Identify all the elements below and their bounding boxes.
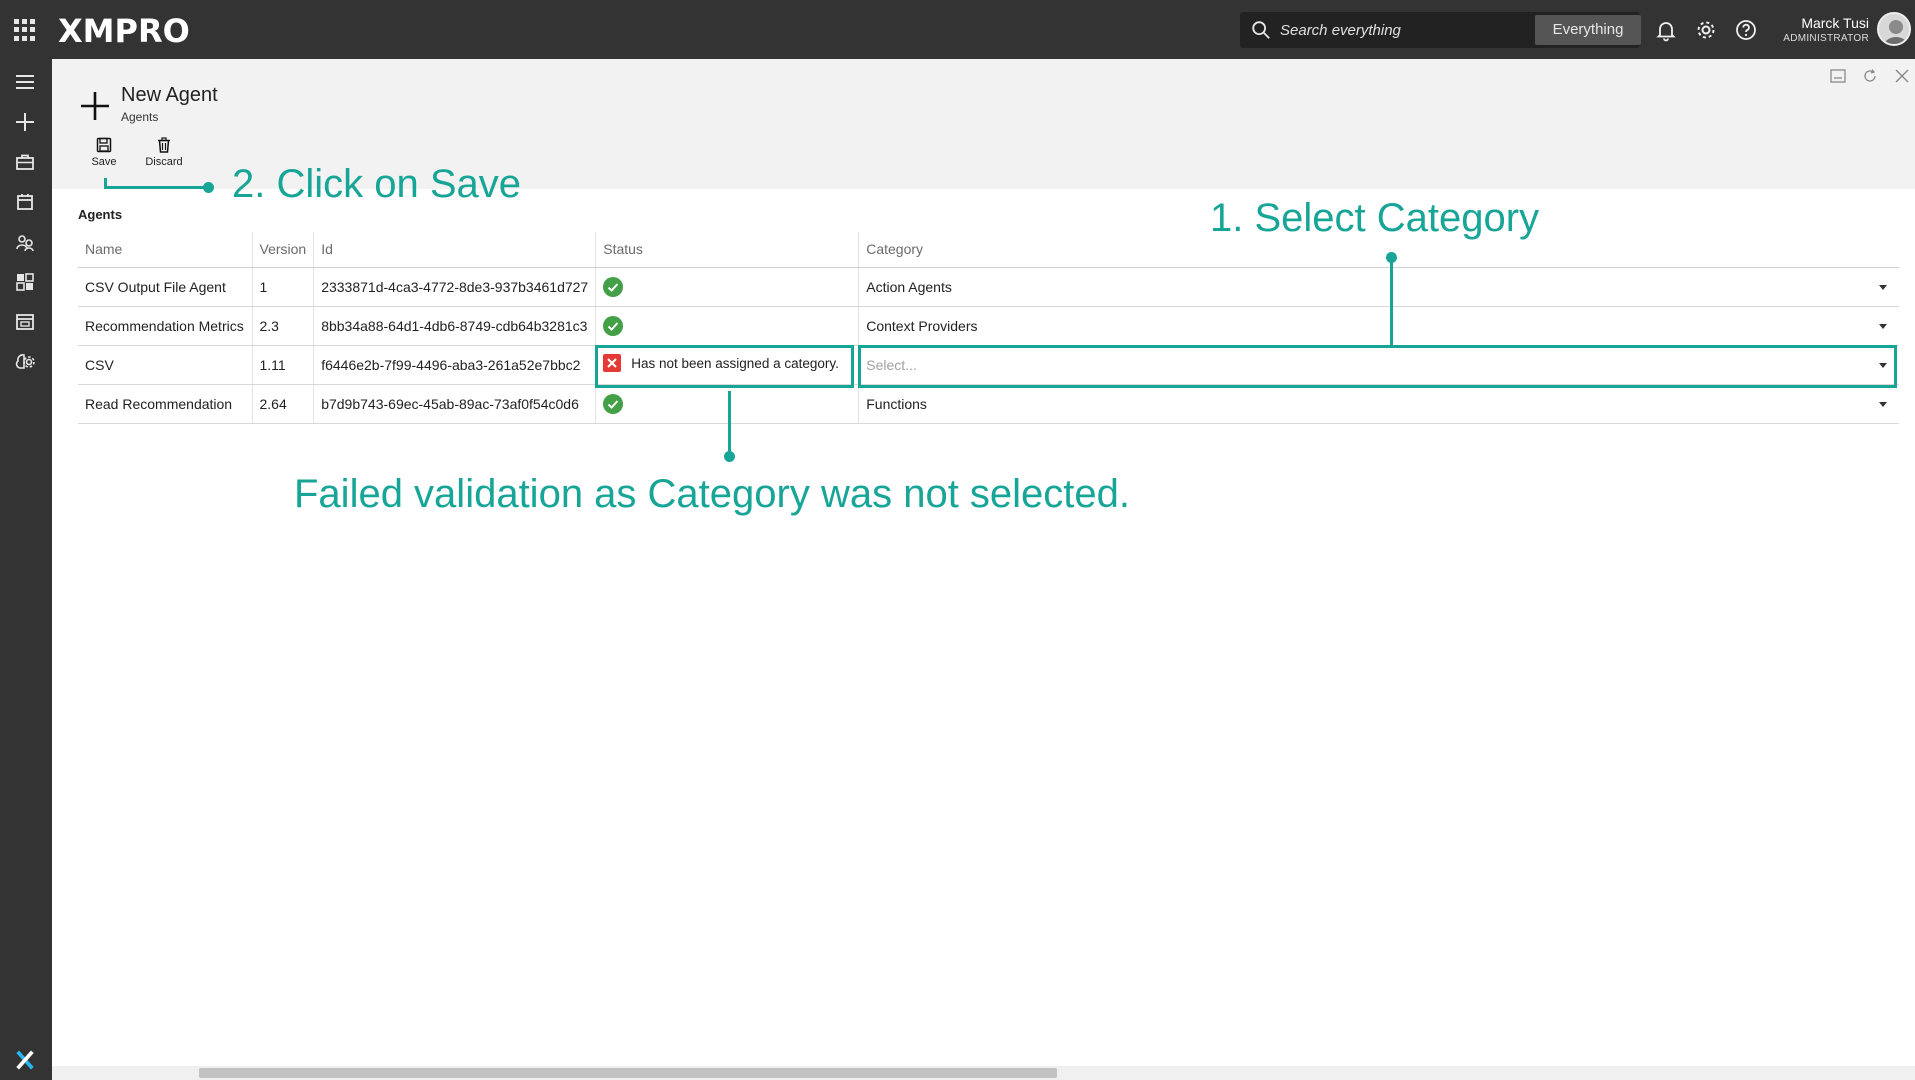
- cell-name: Read Recommendation: [78, 384, 253, 424]
- category-value: Functions: [866, 395, 927, 412]
- chevron-down-icon[interactable]: [1878, 323, 1887, 329]
- status-error-highlight: [595, 345, 854, 388]
- category-dropdown[interactable]: Functions: [858, 384, 1899, 424]
- annotation-line-note: [728, 391, 731, 457]
- annotation-note: Failed validation as Category was not se…: [294, 472, 1131, 516]
- search-input[interactable]: Search everything: [1280, 22, 1401, 39]
- column-header-name[interactable]: Name: [78, 232, 253, 268]
- search-icon: [1252, 21, 1270, 39]
- xmpro-logo-icon[interactable]: [14, 1049, 36, 1071]
- minimize-icon[interactable]: [1829, 67, 1847, 85]
- apps-grid-icon[interactable]: [14, 19, 36, 41]
- category-highlight: [858, 345, 1897, 388]
- table-row[interactable]: CSV Output File Agent 1 2333871d-4ca3-47…: [78, 267, 1899, 307]
- column-header-version[interactable]: Version: [252, 232, 315, 268]
- annotation-dot-step2: [203, 182, 214, 193]
- table-header-row: Name Version Id Status Category: [78, 232, 1899, 268]
- category-value: Context Providers: [866, 317, 978, 334]
- help-icon[interactable]: [1734, 18, 1758, 42]
- save-label: Save: [91, 156, 117, 168]
- discard-button[interactable]: Discard: [139, 137, 189, 181]
- chevron-down-icon[interactable]: [1878, 401, 1887, 407]
- grid-title: Agents: [78, 207, 123, 222]
- user-name[interactable]: Marck Tusi: [1801, 15, 1869, 31]
- cell-id: f6446e2b-7f99-4496-aba3-261a52e7bbc2: [313, 345, 597, 385]
- left-nav: [0, 59, 52, 1080]
- cell-version: 2.3: [252, 306, 315, 346]
- dashboard-icon[interactable]: [13, 270, 37, 294]
- save-icon: [96, 137, 112, 153]
- cell-name: CSV Output File Agent: [78, 267, 253, 307]
- cell-name: Recommendation Metrics: [78, 306, 253, 346]
- user-role: ADMINISTRATOR: [1783, 33, 1869, 44]
- briefcase-icon[interactable]: [13, 150, 37, 174]
- cell-version: 1.11: [252, 345, 315, 385]
- check-circle-icon: [603, 276, 624, 297]
- cell-id: 8bb34a88-64d1-4db6-8749-cdb64b3281c3: [313, 306, 597, 346]
- cell-id: b7d9b743-69ec-45ab-89ac-73af0f54c0d6: [313, 384, 597, 424]
- page-title: New Agent: [121, 84, 218, 106]
- check-circle-icon: [603, 315, 624, 336]
- cell-name: CSV: [78, 345, 253, 385]
- column-header-id[interactable]: Id: [313, 232, 597, 268]
- page-subtitle: Agents: [121, 110, 159, 124]
- bell-icon[interactable]: [1654, 18, 1678, 42]
- agents-icon[interactable]: [13, 230, 37, 254]
- annotation-line-step1: [1390, 257, 1393, 345]
- category-dropdown[interactable]: Action Agents: [858, 267, 1899, 307]
- discard-label: Discard: [145, 156, 183, 168]
- annotation-step2: 2. Click on Save: [232, 162, 522, 206]
- category-dropdown[interactable]: Context Providers: [858, 306, 1899, 346]
- annotation-line-step2: [104, 186, 208, 189]
- column-header-status[interactable]: Status: [595, 232, 860, 268]
- annotation-step1: 1. Select Category: [1210, 196, 1540, 240]
- trash-icon: [158, 137, 170, 153]
- cell-status: [595, 267, 860, 307]
- cell-id: 2333871d-4ca3-4772-8de3-937b3461d727: [313, 267, 597, 307]
- cell-version: 1: [252, 267, 315, 307]
- annotation-dot-note: [724, 451, 735, 462]
- avatar[interactable]: [1877, 12, 1911, 46]
- menu-icon[interactable]: [13, 70, 37, 94]
- search-scope-button[interactable]: Everything: [1535, 15, 1641, 45]
- check-circle-icon: [603, 393, 624, 414]
- annotation-dot-step1: [1386, 252, 1397, 263]
- agents-table: Name Version Id Status Category CSV Outp…: [78, 232, 1899, 424]
- save-button[interactable]: Save: [79, 137, 129, 181]
- table-row[interactable]: Recommendation Metrics 2.3 8bb34a88-64d1…: [78, 306, 1899, 346]
- horizontal-scrollbar-thumb[interactable]: [199, 1068, 1057, 1078]
- chevron-down-icon[interactable]: [1878, 284, 1887, 290]
- refresh-icon[interactable]: [1861, 67, 1879, 85]
- category-value: Action Agents: [866, 278, 952, 295]
- top-bar: XMPRO Search everything Everything Marck…: [0, 0, 1915, 59]
- brand-logo[interactable]: XMPRO: [58, 12, 190, 50]
- close-icon[interactable]: [1893, 67, 1911, 85]
- cell-version: 2.64: [252, 384, 315, 424]
- cell-status: [595, 306, 860, 346]
- gear-icon[interactable]: [1694, 18, 1718, 42]
- window-icon[interactable]: [13, 310, 37, 334]
- new-agent-icon: [81, 92, 109, 120]
- brain-gear-icon[interactable]: [13, 350, 37, 374]
- calendar-icon[interactable]: [13, 190, 37, 214]
- table-row[interactable]: Read Recommendation 2.64 b7d9b743-69ec-4…: [78, 384, 1899, 424]
- plus-icon[interactable]: [13, 110, 37, 134]
